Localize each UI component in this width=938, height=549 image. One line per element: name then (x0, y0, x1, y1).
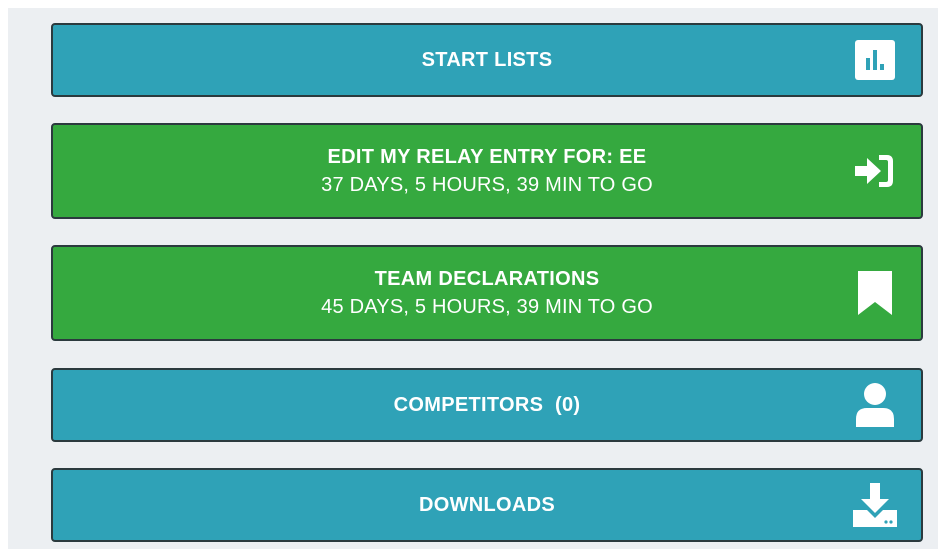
user-icon (853, 383, 897, 427)
sign-in-icon (853, 149, 897, 193)
team-declarations-text: TEAM DECLARATIONS 45 DAYS, 5 HOURS, 39 M… (321, 265, 653, 321)
downloads-label: DOWNLOADS (418, 494, 556, 516)
start-lists-label: START LISTS (421, 49, 553, 71)
bar-chart-icon (853, 38, 897, 82)
menu-panel: START LISTS EDIT MY RELAY ENTRY FOR: EE … (8, 8, 938, 549)
competitors-button[interactable]: COMPETITORS (0) (51, 368, 923, 442)
downloads-text: DOWNLOADS (419, 491, 555, 519)
relay-entry-text: EDIT MY RELAY ENTRY FOR: EE 37 DAYS, 5 H… (321, 143, 653, 199)
edit-relay-entry-button[interactable]: EDIT MY RELAY ENTRY FOR: EE 37 DAYS, 5 H… (51, 123, 923, 219)
download-icon (853, 483, 897, 527)
relay-entry-countdown: 37 DAYS, 5 HOURS, 39 MIN TO GO (321, 174, 653, 196)
team-declarations-label: TEAM DECLARATIONS (374, 268, 600, 290)
start-lists-button[interactable]: START LISTS (51, 23, 923, 97)
competitors-label: COMPETITORS (0) (393, 394, 581, 416)
team-declarations-countdown: 45 DAYS, 5 HOURS, 39 MIN TO GO (321, 296, 653, 318)
relay-entry-label: EDIT MY RELAY ENTRY FOR: EE (327, 146, 647, 168)
competitors-text: COMPETITORS (0) (394, 391, 581, 419)
downloads-button[interactable]: DOWNLOADS (51, 468, 923, 542)
team-declarations-button[interactable]: TEAM DECLARATIONS 45 DAYS, 5 HOURS, 39 M… (51, 245, 923, 341)
start-lists-text: START LISTS (422, 46, 553, 74)
bookmark-icon (853, 271, 897, 315)
